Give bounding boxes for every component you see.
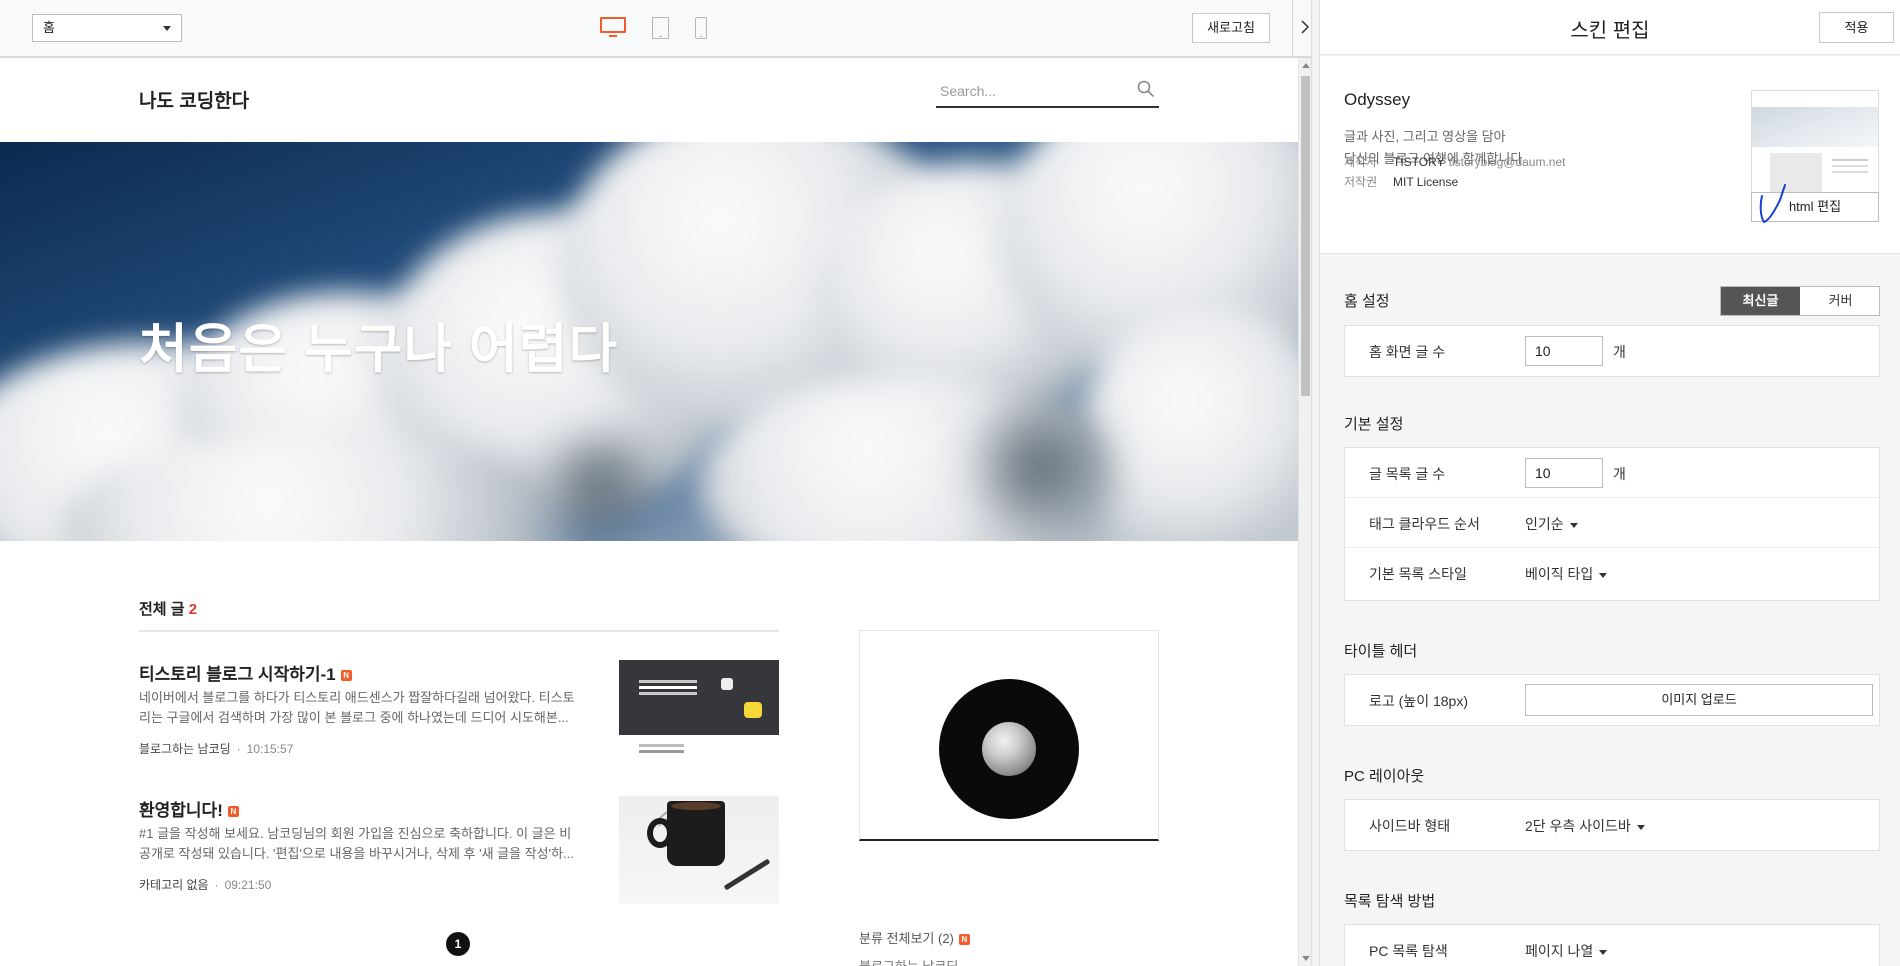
pc-list-nav-dropdown[interactable]: 페이지 나열 xyxy=(1525,941,1608,961)
divider xyxy=(139,630,779,632)
pc-list-nav-label: PC 목록 탐색 xyxy=(1369,943,1448,959)
pagination-current-page[interactable]: 1 xyxy=(446,932,470,956)
post-count-value: 2 xyxy=(188,601,198,618)
basic-settings-box: 글 목록 글 수 10 개 태그 클라우드 순서 인기순 기본 목록 스타일 베… xyxy=(1344,447,1880,601)
skin-editor-screen: 홈 새로고침 나도 코딩한다 Search... 처음은 누구나 어렵다 전체 … xyxy=(0,0,1900,966)
list-nav-box: PC 목록 탐색 페이지 나열 xyxy=(1344,924,1880,966)
panel-header: 스킨 편집 적용 xyxy=(1320,0,1900,55)
post-count-heading: 전체 글 2 xyxy=(139,598,197,619)
home-post-count-label: 홈 화면 글 수 xyxy=(1369,344,1446,360)
caret-down-icon xyxy=(1599,949,1608,955)
search-icon[interactable] xyxy=(1137,80,1155,98)
page-select-dropdown[interactable]: 홈 xyxy=(32,14,182,42)
post-count-input[interactable]: 10 xyxy=(1525,458,1603,488)
new-badge-icon: N xyxy=(227,806,239,818)
unit-label: 개 xyxy=(1613,466,1626,482)
list-style-row: 기본 목록 스타일 베이직 타입 xyxy=(1345,548,1879,598)
caret-down-icon xyxy=(1569,522,1578,528)
title-header-title: 타이틀 헤더 xyxy=(1344,643,1418,660)
search-box[interactable]: Search... xyxy=(936,74,1159,108)
post-time: 10:15:57 xyxy=(246,742,294,756)
skin-name: Odyssey xyxy=(1344,90,1411,109)
chevron-down-icon xyxy=(163,26,171,31)
profile-avatar[interactable] xyxy=(939,679,1079,819)
post-meta: 블로그하는 남코딩 · 10:15:57 xyxy=(139,742,294,756)
image-upload-button[interactable]: 이미지 업로드 xyxy=(1525,684,1873,716)
apply-button[interactable]: 적용 xyxy=(1819,12,1894,43)
post-category[interactable]: 블로그하는 남코딩 xyxy=(139,742,231,756)
tablet-view-icon[interactable] xyxy=(652,17,669,39)
post-title[interactable]: 티스토리 블로그 시작하기-1 N xyxy=(139,660,352,685)
panel-title: 스킨 편집 xyxy=(1570,20,1650,42)
skin-license-row: 저작권 MIT License xyxy=(1344,175,1459,189)
hero-title: 처음은 누구나 어렵다 xyxy=(139,320,619,379)
list-style-label: 기본 목록 스타일 xyxy=(1369,566,1467,582)
panel-resize-divider[interactable] xyxy=(1311,0,1320,966)
logo-label: 로고 (높이 18px) xyxy=(1369,693,1468,709)
post-item[interactable]: 티스토리 블로그 시작하기-1 N 네이버에서 블로그를 하다가 티스토리 애드센… xyxy=(139,660,779,770)
toggle-latest[interactable]: 최신글 xyxy=(1721,287,1800,315)
page-select-value: 홈 xyxy=(43,20,55,35)
post-excerpt[interactable]: 네이버에서 블로그를 하다가 티스토리 애드센스가 짭잘하다길래 넘어왔다. 티… xyxy=(139,688,579,728)
home-settings-title: 홈 설정 xyxy=(1344,293,1390,310)
post-thumbnail[interactable] xyxy=(619,796,779,904)
profile-image-box xyxy=(859,630,1159,841)
skin-maker-row: 제작자 TISTORY tistoryblog@daum.net xyxy=(1344,155,1566,169)
scrollbar-thumb[interactable] xyxy=(1301,76,1310,396)
home-post-count-input[interactable]: 10 xyxy=(1525,336,1603,366)
blog-title[interactable]: 나도 코딩한다 xyxy=(139,86,249,113)
refresh-button[interactable]: 새로고침 xyxy=(1192,13,1270,43)
hero-cover-image: 처음은 누구나 어렵다 xyxy=(0,142,1298,541)
post-count-label: 글 목록 글 수 xyxy=(1369,466,1446,482)
moon-image xyxy=(982,722,1036,776)
post-category[interactable]: 카테고리 없음 xyxy=(139,878,209,892)
sidebar-dropdown[interactable]: 2단 우측 사이드바 xyxy=(1525,816,1645,836)
post-excerpt[interactable]: #1 글을 작성해 보세요. 남코딩님의 회원 가입을 진심으로 축하합니다. … xyxy=(139,824,579,864)
preview-toolbar: 홈 새로고침 xyxy=(0,0,1311,58)
pc-layout-title: PC 레이아웃 xyxy=(1344,768,1425,785)
blog-preview: 나도 코딩한다 Search... 처음은 누구나 어렵다 전체 글 2 티스토… xyxy=(0,58,1298,966)
home-settings-box: 홈 화면 글 수 10 개 xyxy=(1344,325,1880,377)
home-post-count-row: 홈 화면 글 수 10 개 xyxy=(1345,326,1879,376)
new-badge-icon: N xyxy=(958,934,970,946)
new-badge-icon: N xyxy=(340,670,352,682)
list-style-dropdown[interactable]: 베이직 타입 xyxy=(1525,564,1608,584)
title-header-box: 로고 (높이 18px) 이미지 업로드 xyxy=(1344,674,1880,726)
skin-info-section: Odyssey 글과 사진, 그리고 영상을 담아 당신의 블로그 여행에 함께… xyxy=(1320,56,1900,254)
pc-layout-box: 사이드바 형태 2단 우측 사이드바 xyxy=(1344,799,1880,851)
toggle-cover[interactable]: 커버 xyxy=(1801,287,1880,315)
skin-preview-thumbnail xyxy=(1751,90,1879,194)
chevron-right-icon xyxy=(1301,20,1310,34)
caret-down-icon xyxy=(1636,824,1645,830)
preview-scrollbar[interactable] xyxy=(1298,58,1311,966)
scroll-down-arrow-icon[interactable] xyxy=(1302,956,1310,961)
post-meta: 카테고리 없음 · 09:21:50 xyxy=(139,878,272,892)
scroll-up-arrow-icon[interactable] xyxy=(1302,63,1310,68)
tag-order-dropdown[interactable]: 인기순 xyxy=(1525,514,1578,534)
post-thumbnail[interactable] xyxy=(619,660,779,768)
post-title[interactable]: 환영합니다! N xyxy=(139,796,239,821)
pc-list-nav-row: PC 목록 탐색 페이지 나열 xyxy=(1345,925,1879,966)
category-link[interactable]: 블로그하는 남코딩 xyxy=(859,956,958,966)
home-mode-toggle[interactable]: 최신글 커버 xyxy=(1720,286,1880,316)
sidebar-row: 사이드바 형태 2단 우측 사이드바 xyxy=(1345,800,1879,850)
post-count-label: 전체 글 xyxy=(139,601,185,618)
unit-label: 개 xyxy=(1613,344,1626,360)
category-all-link[interactable]: 분류 전체보기 (2) N xyxy=(859,928,970,947)
tag-order-row: 태그 클라우드 순서 인기순 xyxy=(1345,498,1879,548)
post-count-row: 글 목록 글 수 10 개 xyxy=(1345,448,1879,498)
mobile-view-icon[interactable] xyxy=(695,17,707,39)
post-time: 09:21:50 xyxy=(224,878,272,892)
desktop-view-icon[interactable] xyxy=(600,17,626,37)
tag-order-label: 태그 클라우드 순서 xyxy=(1369,516,1480,532)
pen-annotation xyxy=(1759,184,1786,224)
search-input[interactable]: Search... xyxy=(940,83,996,99)
caret-down-icon xyxy=(1599,572,1608,578)
logo-row: 로고 (높이 18px) 이미지 업로드 xyxy=(1345,675,1879,725)
sidebar-label: 사이드바 형태 xyxy=(1369,818,1451,834)
basic-settings-title: 기본 설정 xyxy=(1344,416,1404,433)
skin-edit-panel: 스킨 편집 적용 Odyssey 글과 사진, 그리고 영상을 담아 당신의 블… xyxy=(1320,0,1900,966)
post-item[interactable]: 환영합니다! N #1 글을 작성해 보세요. 남코딩님의 회원 가입을 진심으로… xyxy=(139,796,779,906)
list-nav-title: 목록 탐색 방법 xyxy=(1344,893,1436,910)
